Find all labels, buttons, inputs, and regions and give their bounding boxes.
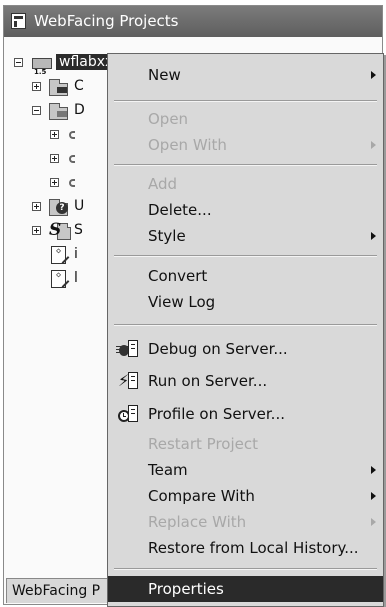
tree-item[interactable]: ◇ i: [4, 245, 114, 267]
menu-item-compare-with[interactable]: Compare With: [108, 483, 383, 509]
menu-item-restart-project[interactable]: Restart Project: [108, 431, 383, 457]
menu-item-view-log[interactable]: View Log: [108, 289, 383, 315]
menu-item-new[interactable]: New: [108, 62, 383, 88]
menu-item-add[interactable]: Add: [108, 171, 383, 197]
expand-toggle[interactable]: [32, 226, 41, 235]
submenu-arrow-icon: [371, 71, 376, 79]
tree-item[interactable]: S S: [4, 220, 114, 243]
menu-item-convert[interactable]: Convert: [108, 263, 383, 289]
debug-server-icon: [116, 340, 140, 358]
context-menu: New Open Open With Add Delete... Style C…: [107, 53, 384, 607]
menu-item-debug-on-server[interactable]: Debug on Server...: [108, 336, 383, 362]
tree-item-label: U: [74, 198, 85, 214]
profile-server-icon: [118, 405, 140, 423]
tree-item[interactable]: [4, 149, 114, 171]
expand-toggle[interactable]: [50, 130, 59, 139]
menu-separator: [114, 255, 377, 257]
submenu-arrow-icon: [371, 141, 376, 149]
tree-item-label: i: [74, 246, 78, 262]
menu-separator: [114, 568, 377, 570]
menu-item-delete[interactable]: Delete...: [108, 197, 383, 223]
expand-toggle[interactable]: [50, 178, 59, 187]
folder-help-icon: ?: [49, 198, 71, 217]
menu-separator: [114, 324, 377, 326]
folder-s-icon: S: [49, 220, 71, 241]
submenu-arrow-icon: [371, 492, 376, 500]
menu-item-run-on-server[interactable]: ⚡ Run on Server...: [108, 368, 383, 394]
project-icon: 1.5: [32, 54, 54, 76]
folder-db-icon: [49, 78, 71, 97]
component-icon: [69, 131, 75, 139]
folder-table-icon: [49, 102, 71, 121]
view-titlebar[interactable]: WebFacing Projects: [4, 6, 382, 37]
menu-item-replace-with[interactable]: Replace With: [108, 509, 383, 535]
collapse-toggle[interactable]: [14, 58, 23, 67]
tree-item-label: l: [74, 270, 78, 286]
tree-item-label: C: [74, 78, 84, 94]
menu-separator: [114, 100, 377, 102]
menu-item-properties[interactable]: Properties: [108, 576, 383, 602]
tree-item[interactable]: ◇ l: [4, 269, 114, 291]
tree-item[interactable]: [4, 173, 114, 195]
submenu-arrow-icon: [371, 232, 376, 240]
jsp-file-icon: ◇: [49, 246, 71, 265]
collapse-toggle[interactable]: [32, 106, 41, 115]
tree-item[interactable]: C: [4, 77, 114, 99]
tree-item-label: D: [74, 102, 85, 118]
menu-item-open-with[interactable]: Open With: [108, 132, 383, 158]
view-icon: [11, 13, 26, 29]
run-server-icon: ⚡: [118, 372, 140, 390]
expand-toggle[interactable]: [32, 202, 41, 211]
tree-item-label: S: [74, 222, 83, 238]
tree-item[interactable]: D: [4, 101, 114, 123]
menu-item-open[interactable]: Open: [108, 106, 383, 132]
submenu-arrow-icon: [371, 518, 376, 526]
expand-toggle[interactable]: [50, 154, 59, 163]
tree-item[interactable]: ? U: [4, 197, 114, 219]
jsp-file-icon: ◇: [49, 270, 71, 289]
menu-item-restore-local-history[interactable]: Restore from Local History...: [108, 535, 383, 561]
menu-item-style[interactable]: Style: [108, 223, 383, 249]
menu-item-team[interactable]: Team: [108, 457, 383, 483]
view-title: WebFacing Projects: [34, 12, 179, 30]
component-icon: [69, 155, 75, 163]
submenu-arrow-icon: [371, 466, 376, 474]
expand-toggle[interactable]: [32, 82, 41, 91]
menu-item-profile-on-server[interactable]: Profile on Server...: [108, 401, 383, 427]
tree-item[interactable]: [4, 125, 114, 147]
menu-separator: [114, 164, 377, 166]
component-icon: [69, 179, 75, 187]
